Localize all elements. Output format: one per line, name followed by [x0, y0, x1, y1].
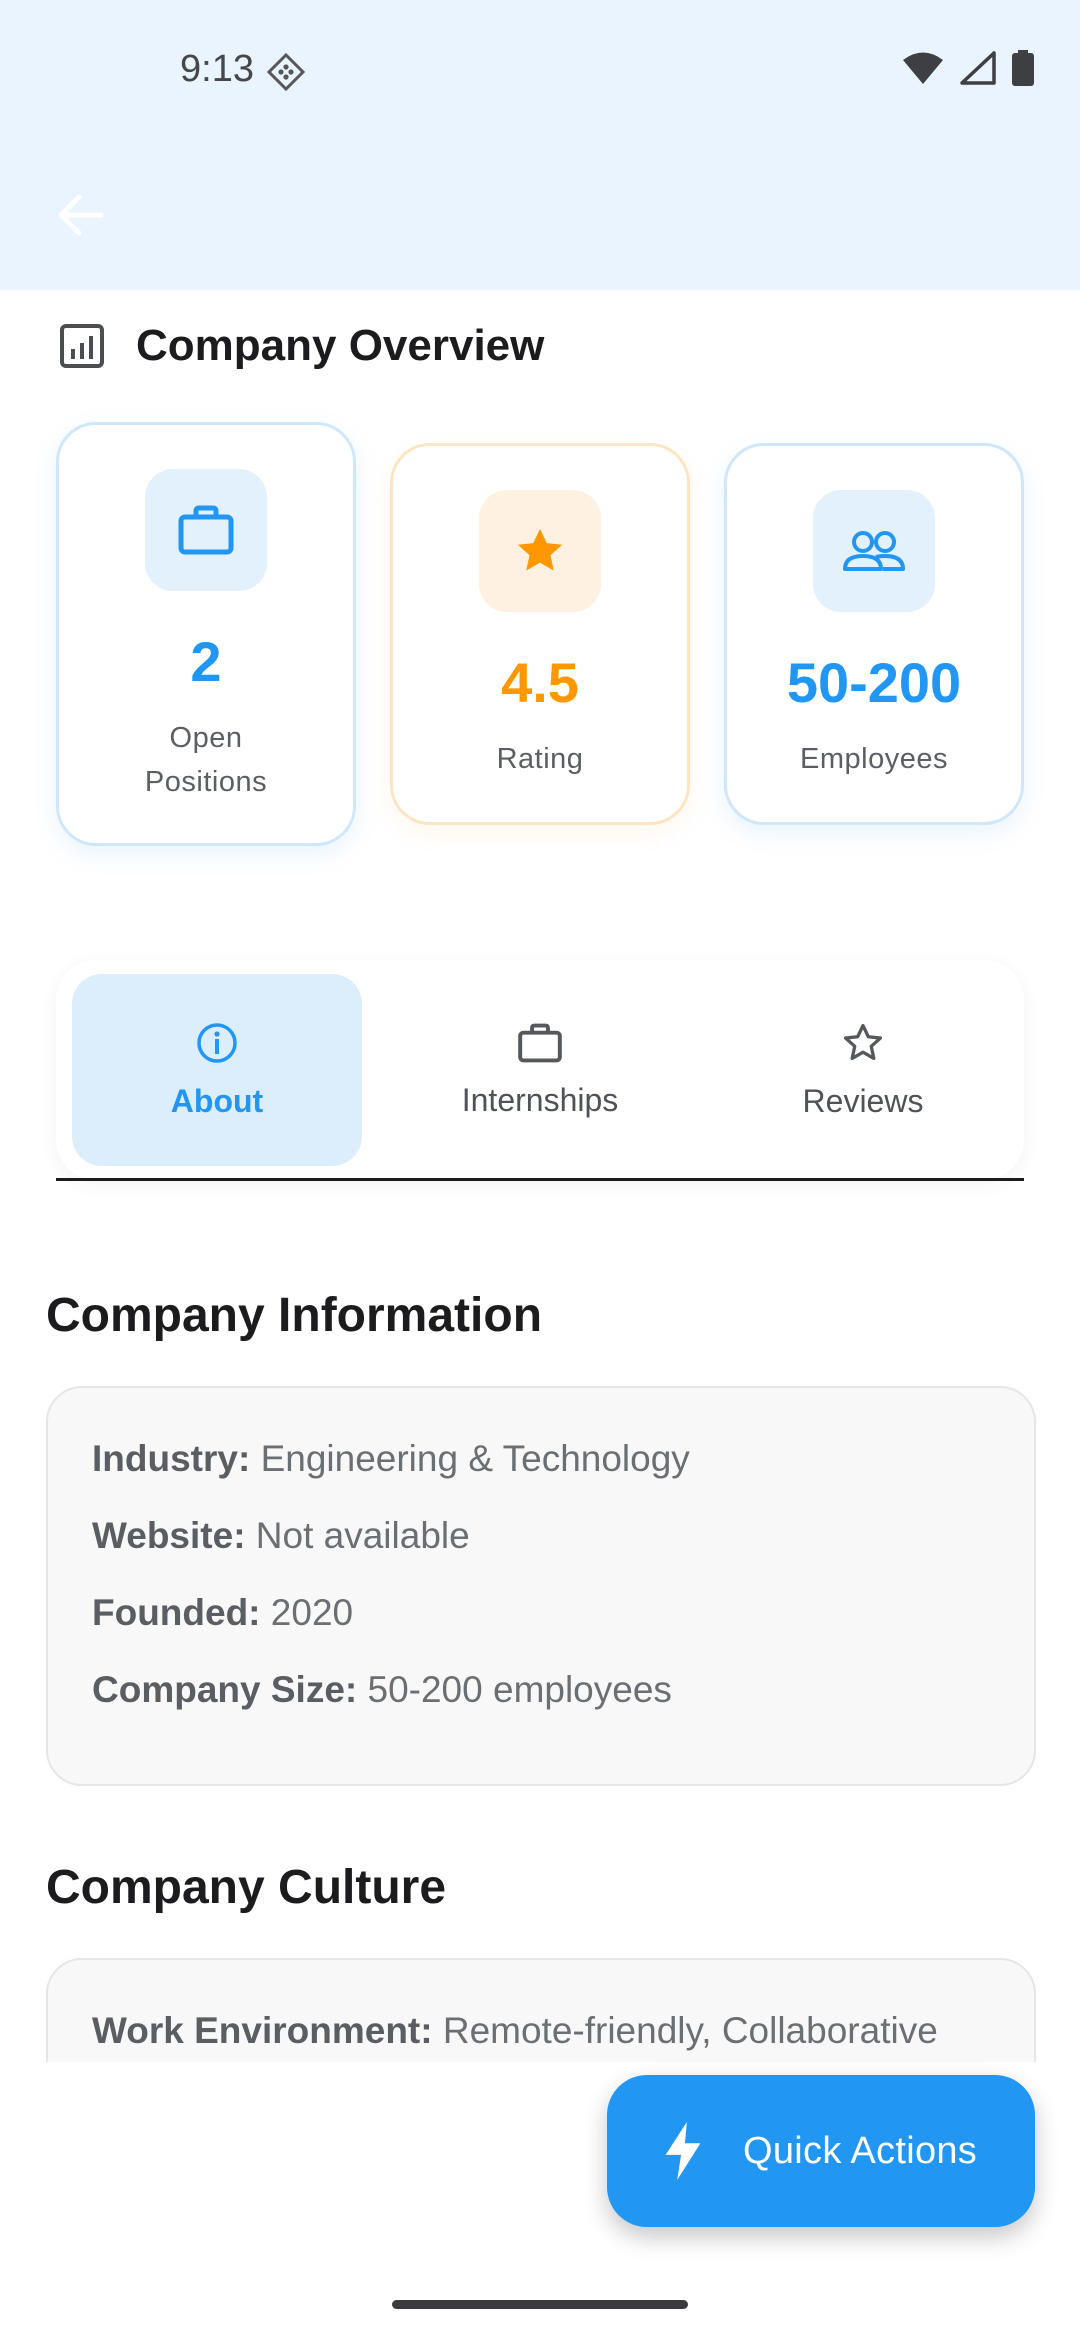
stat-value: 4.5 [501, 651, 579, 714]
overview-header: Company Overview [58, 318, 544, 374]
company-detail-screen: 9:13 Company Overview 2 Open Positions 4… [0, 0, 1080, 2340]
overview-title: Company Overview [136, 321, 545, 370]
tab-internships[interactable]: Internships [395, 974, 685, 1166]
stat-icon-container [479, 490, 601, 612]
battery-icon [1012, 50, 1034, 86]
home-indicator[interactable] [392, 2300, 688, 2309]
chart-icon [60, 324, 104, 368]
info-row-website: Website: Not available [92, 1515, 470, 1557]
tab-label: About [170, 1082, 264, 1119]
company-info-card: Industry: Engineering & Technology Websi… [46, 1386, 1036, 1786]
stat-card-open-positions[interactable]: 2 Open Positions [56, 422, 356, 846]
info-value: 2020 [270, 1592, 354, 1633]
info-key: Founded: [92, 1592, 261, 1633]
info-value: Engineering & Technology [260, 1438, 690, 1479]
info-key: Industry: [92, 1438, 251, 1479]
star-icon [517, 528, 563, 571]
arrow-left-icon [58, 194, 104, 236]
tab-label: Internships [461, 1081, 619, 1118]
company-info-title: Company Information [46, 1289, 543, 1342]
briefcase-icon [518, 1023, 562, 1062]
info-row-work-environment: Work Environment: Remote-friendly, Colla… [92, 2010, 938, 2052]
stat-label: Rating [496, 743, 584, 775]
bolt-icon [665, 2122, 701, 2180]
quick-actions-label: Quick Actions [743, 2129, 978, 2172]
back-button[interactable] [40, 180, 120, 250]
status-icons [902, 50, 1034, 86]
tab-reviews[interactable]: Reviews [718, 974, 1008, 1166]
stat-label: Open Positions [144, 722, 268, 798]
tab-label: Reviews [802, 1082, 924, 1119]
info-icon [197, 1022, 237, 1063]
cell-signal-icon [960, 51, 996, 85]
tab-divider [56, 1178, 1024, 1181]
stat-value: 50-200 [786, 651, 962, 714]
info-key: Website: [92, 1515, 246, 1556]
status-notification-icon [266, 52, 306, 92]
info-key: Work Environment: [92, 2010, 433, 2051]
tab-bar: About Internships Reviews [56, 960, 1024, 1180]
stat-card-employees[interactable]: 50-200 Employees [724, 443, 1024, 825]
wifi-icon [903, 52, 943, 84]
quick-actions-button[interactable]: Quick Actions [607, 2075, 1035, 2227]
people-icon [843, 531, 905, 571]
info-value: 50-200 employees [367, 1669, 672, 1710]
stat-value: 2 [190, 630, 222, 693]
company-culture-title: Company Culture [46, 1861, 447, 1914]
briefcase-icon [178, 505, 234, 555]
stat-icon-container [145, 469, 267, 591]
info-key: Company Size: [92, 1669, 358, 1710]
info-row-company-size: Company Size: 50-200 employees [92, 1669, 672, 1711]
info-row-industry: Industry: Engineering & Technology [92, 1438, 690, 1480]
app-header: 9:13 [0, 0, 1080, 290]
stat-card-rating[interactable]: 4.5 Rating [390, 443, 690, 825]
stat-label: Employees [800, 743, 948, 775]
info-row-founded: Founded: 2020 [92, 1592, 353, 1634]
info-value: Not available [255, 1515, 470, 1556]
info-value: Remote-friendly, Collaborative [442, 2010, 938, 2051]
stat-icon-container [813, 490, 935, 612]
star-outline-icon [843, 1023, 883, 1060]
tab-about[interactable]: About [72, 974, 362, 1166]
status-time: 9:13 [180, 48, 254, 90]
